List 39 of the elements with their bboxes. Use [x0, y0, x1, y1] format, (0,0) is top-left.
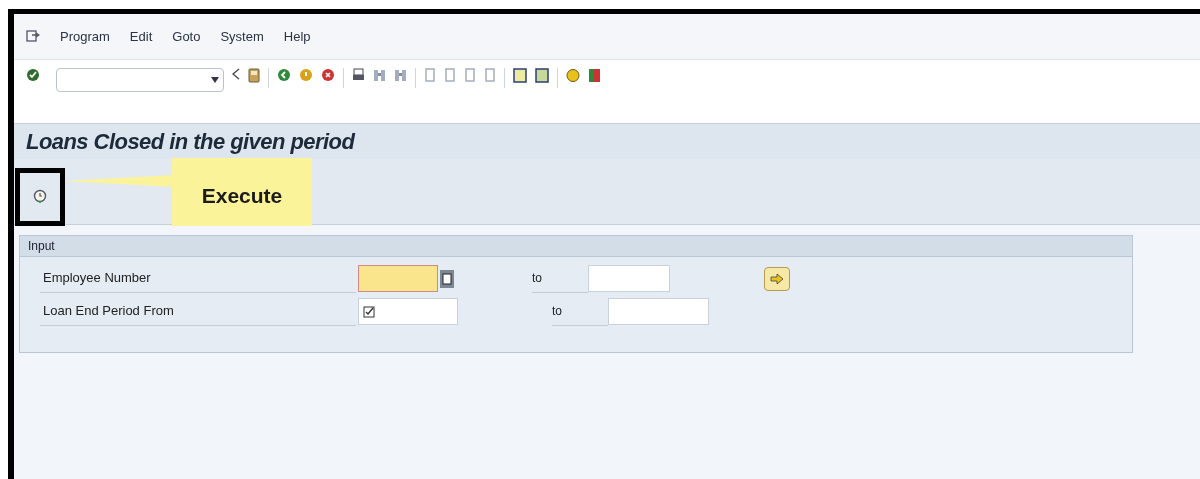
help-icon[interactable] — [566, 68, 580, 83]
callout-label: Execute — [172, 158, 312, 226]
command-field[interactable] — [56, 68, 224, 92]
page-icon[interactable] — [444, 68, 456, 82]
menu-item[interactable]: Help — [283, 26, 311, 47]
menu-item[interactable]: System — [220, 26, 264, 47]
menu-icon[interactable] — [26, 30, 40, 43]
to-label: to — [532, 270, 542, 287]
field-label: Loan End Period From — [43, 302, 174, 321]
from-input-field[interactable] — [358, 265, 438, 292]
back-icon[interactable] — [277, 68, 291, 82]
dropdown-icon[interactable] — [211, 77, 219, 83]
cancel-icon[interactable] — [321, 68, 335, 82]
page-icon[interactable] — [464, 68, 476, 82]
field-label: Employee Number — [43, 269, 151, 288]
page-title: Loans Closed in the given period — [26, 128, 355, 156]
page-icon[interactable] — [484, 68, 496, 82]
layout-icon[interactable] — [588, 68, 601, 83]
to-label: to — [552, 303, 562, 320]
group-title: Input — [28, 238, 55, 255]
to-input-field[interactable] — [588, 265, 670, 292]
clock-icon — [33, 189, 47, 204]
required-check-icon — [363, 305, 375, 318]
to-input-field[interactable] — [608, 298, 709, 325]
multiple-selection-button[interactable] — [764, 266, 790, 291]
menu-item[interactable]: Edit — [129, 26, 153, 47]
menu-item[interactable]: Goto — [172, 26, 201, 47]
printer-icon[interactable] — [352, 68, 365, 81]
check-icon[interactable] — [26, 68, 40, 82]
window-icon[interactable] — [513, 68, 527, 83]
window-icon[interactable] — [535, 68, 549, 83]
from-input-field[interactable] — [358, 298, 458, 325]
page-icon[interactable] — [424, 68, 436, 82]
arrow-right-icon — [770, 272, 784, 285]
binoculars-icon[interactable] — [394, 68, 407, 82]
save-icon[interactable] — [248, 68, 260, 83]
menu-item[interactable]: Program — [60, 26, 110, 47]
execute-button[interactable] — [15, 167, 65, 226]
binoculars-icon[interactable] — [373, 68, 386, 82]
